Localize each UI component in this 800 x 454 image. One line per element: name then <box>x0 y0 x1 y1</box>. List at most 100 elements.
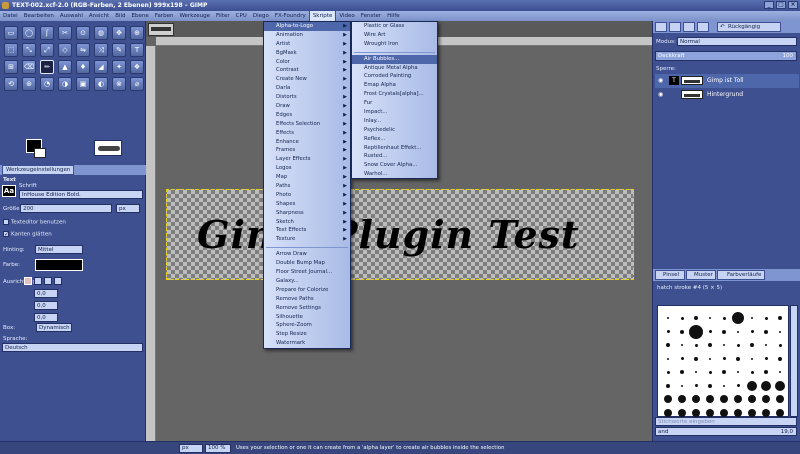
tool-button[interactable]: ♦ <box>76 60 90 74</box>
menu-item[interactable]: Artist ▶ <box>264 40 350 49</box>
menu-item[interactable]: Edges ▶ <box>264 111 350 120</box>
tool-button[interactable]: ⊞ <box>4 60 18 74</box>
brush-swatch[interactable] <box>722 316 726 320</box>
tool-button[interactable]: ▲ <box>58 60 72 74</box>
brush-swatch[interactable] <box>750 330 754 333</box>
hinting-select[interactable]: Mittel <box>35 245 83 254</box>
menu-item[interactable]: Air Bubbles... <box>352 54 437 64</box>
brush-swatch[interactable] <box>748 408 756 417</box>
size-unit-select[interactable]: px <box>116 204 140 213</box>
layer-name[interactable]: Gimp ist Toll <box>707 77 744 84</box>
tool-button[interactable]: ⊙ <box>76 26 90 40</box>
visibility-eye-icon[interactable]: ◉ <box>658 91 663 98</box>
brush-swatch[interactable] <box>776 395 784 403</box>
menu-item[interactable]: Text Effects ▶ <box>264 226 350 235</box>
menu-item[interactable]: Remove Paths <box>264 295 350 304</box>
menu-item[interactable]: Warhol... <box>352 170 437 179</box>
tab-patterns[interactable]: Muster <box>686 270 716 280</box>
tool-button[interactable]: ▭ <box>4 26 18 40</box>
menu-item[interactable]: Frames ▶ <box>264 146 350 155</box>
menubar-item[interactable]: FX-Foundry <box>272 11 309 21</box>
vertical-ruler[interactable] <box>146 46 156 441</box>
menu-item[interactable]: Frost Crystals[alpha]... <box>352 90 437 99</box>
menu-item[interactable]: Enhance ▶ <box>264 138 350 147</box>
use-editor-row[interactable]: Texteditor benutzen <box>3 219 66 226</box>
brush-swatch[interactable] <box>765 344 767 346</box>
justify-left-button[interactable] <box>24 277 32 285</box>
menu-item[interactable]: Paths ▶ <box>264 182 350 191</box>
tab-tool-options[interactable]: Werkzeugeinstellungen <box>2 165 75 175</box>
brush-swatch[interactable] <box>678 408 686 417</box>
brush-swatch[interactable] <box>732 312 744 324</box>
brush-swatch[interactable] <box>722 370 726 374</box>
menu-item[interactable]: Color ▶ <box>264 58 350 67</box>
menu-item[interactable]: Effects Selection ▶ <box>264 120 350 129</box>
menu-item[interactable]: Contrast ▶ <box>264 66 350 75</box>
brush-swatch[interactable] <box>764 357 768 360</box>
size-input[interactable]: 200 <box>20 204 112 213</box>
unit-select[interactable]: px <box>179 444 203 453</box>
image-canvas[interactable]: Gimp Plugin Test <box>166 189 634 280</box>
brush-swatch[interactable] <box>778 316 782 320</box>
menu-item[interactable]: Alpha-to-Logo ▶ <box>264 22 350 31</box>
tool-button[interactable]: ◑ <box>58 77 72 91</box>
menu-item[interactable]: Wrought Iron <box>352 40 437 49</box>
brush-swatch[interactable] <box>779 371 781 373</box>
brush-swatch[interactable] <box>751 317 753 319</box>
tool-button[interactable]: ⤨ <box>94 43 108 57</box>
brush-swatch[interactable] <box>689 324 703 339</box>
menubar-item[interactable]: Ansicht <box>86 11 112 21</box>
justify-center-button[interactable] <box>44 277 52 285</box>
brush-swatch[interactable] <box>737 330 739 333</box>
menubar-item[interactable]: Ebene <box>129 11 152 21</box>
brush-swatch[interactable] <box>706 408 714 417</box>
tool-button[interactable]: ⬚ <box>4 43 18 57</box>
brush-swatch[interactable] <box>734 395 742 403</box>
menu-item[interactable]: Rusted... <box>352 152 437 161</box>
brush-swatch[interactable] <box>681 344 683 346</box>
tab-undo[interactable]: ↶ Rückgängig <box>717 22 781 32</box>
brush-swatch[interactable] <box>779 330 781 333</box>
layer-row[interactable]: ◉ T Gimp ist Toll <box>655 74 799 88</box>
menu-item[interactable]: Watermark <box>264 339 350 348</box>
brush-swatch[interactable] <box>694 356 698 361</box>
brush-swatch[interactable] <box>778 356 782 361</box>
brush-swatch[interactable] <box>666 343 670 347</box>
menu-item[interactable]: Double Bump Map <box>264 259 350 268</box>
justify-fill-button[interactable] <box>54 277 62 285</box>
brush-swatch[interactable] <box>764 370 768 374</box>
tool-button[interactable]: ⊕ <box>130 26 144 40</box>
brush-swatch[interactable] <box>747 380 757 391</box>
menu-item[interactable]: Impact... <box>352 108 437 117</box>
brush-swatch[interactable] <box>692 395 700 403</box>
brush-swatch[interactable] <box>680 357 684 360</box>
brush-swatch[interactable] <box>736 343 740 347</box>
brush-swatch[interactable] <box>764 329 768 334</box>
tool-button[interactable]: ✥ <box>112 26 126 40</box>
brush-swatch[interactable] <box>708 383 712 388</box>
menubar-item[interactable]: Fenster <box>358 11 384 21</box>
indent-input[interactable]: 0,0 <box>34 289 58 298</box>
tool-button[interactable]: ◯ <box>22 26 36 40</box>
menu-item[interactable]: Layer Effects ▶ <box>264 155 350 164</box>
visibility-eye-icon[interactable]: ◉ <box>658 77 663 84</box>
menu-item[interactable]: Step Resize <box>264 330 350 339</box>
brush-swatch[interactable] <box>720 395 728 403</box>
brush-swatch[interactable] <box>709 357 711 360</box>
menu-item[interactable]: Sketch ▶ <box>264 218 350 227</box>
layer-name[interactable]: Hintergrund <box>707 91 743 98</box>
brush-scrollbar[interactable] <box>790 305 798 417</box>
menubar-item[interactable]: Hilfe <box>384 11 403 21</box>
tool-button[interactable]: ◍ <box>94 26 108 40</box>
mode-select[interactable]: Normal <box>677 37 797 46</box>
tool-button[interactable]: ◐ <box>94 77 108 91</box>
brush-swatch[interactable] <box>761 380 771 391</box>
brush-swatch[interactable] <box>720 408 728 417</box>
menubar-item[interactable]: Filter <box>213 11 233 21</box>
tool-button[interactable]: ❖ <box>130 60 144 74</box>
brush-swatch[interactable] <box>680 329 684 334</box>
menu-item[interactable]: Darla ▶ <box>264 84 350 93</box>
tool-button[interactable]: ✏ <box>40 60 54 74</box>
menu-item[interactable]: Antique Metal Alpha <box>352 64 437 73</box>
brush-swatch[interactable] <box>666 330 670 333</box>
